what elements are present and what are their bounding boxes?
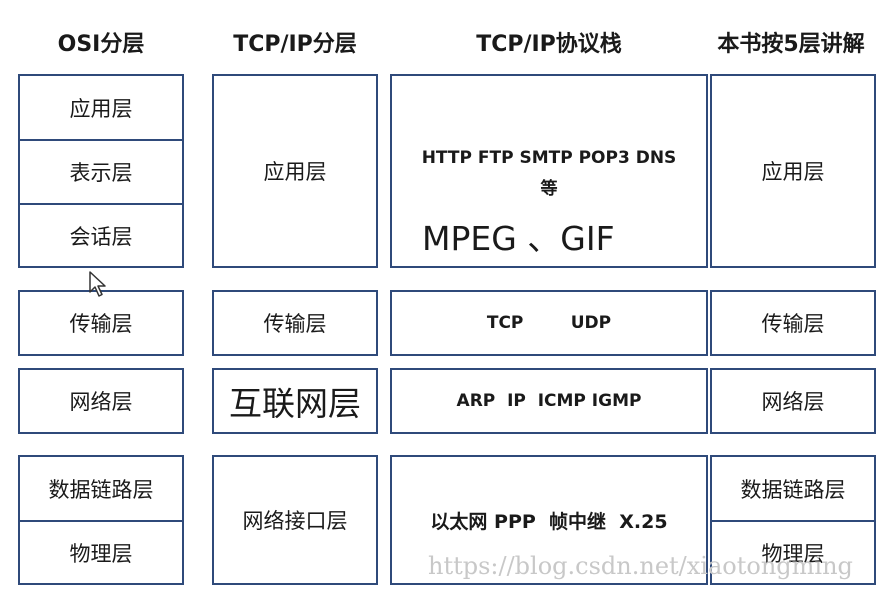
tcpip-internet-label: 互联网层 xyxy=(229,384,361,423)
tcpip-application-label: 应用层 xyxy=(263,160,327,184)
link-protocols-label: 以太网 PPP 帧中继 X.25 xyxy=(430,510,668,533)
book-network-layer: 网络层 xyxy=(710,368,876,434)
tcpip-transport-label: 传输层 xyxy=(263,312,327,336)
osi-presentation-layer: 表示层 xyxy=(69,161,133,185)
tcpip-transport-layer: 传输层 xyxy=(212,290,378,356)
osi-application-layer: 应用层 xyxy=(69,97,133,121)
header-tcpip-stack: TCP/IP协议栈 xyxy=(476,32,622,57)
osi-upper-group: 应用层 表示层 会话层 xyxy=(18,74,184,268)
application-protocols-extra: MPEG 、GIF xyxy=(422,219,615,258)
tcpip-network-interface-layer: 网络接口层 xyxy=(212,455,378,585)
stack-transport-protocols: TCP UDP xyxy=(390,290,708,356)
book-network-label: 网络层 xyxy=(761,390,825,414)
osi-network-layer: 网络层 xyxy=(18,368,184,434)
stack-network-protocols: ARP IP ICMP IGMP xyxy=(390,368,708,434)
book-datalink-layer: 数据链路层 xyxy=(740,478,846,502)
book-application-layer: 应用层 xyxy=(710,74,876,268)
osi-physical-layer: 物理层 xyxy=(69,542,133,566)
osi-datalink-layer: 数据链路层 xyxy=(48,478,154,502)
tcpip-application-layer: 应用层 xyxy=(212,74,378,268)
mouse-cursor-icon xyxy=(89,271,106,297)
watermark: https://blog.csdn.net/xiaotongming xyxy=(428,552,853,580)
osi-transport-label: 传输层 xyxy=(69,312,133,336)
book-transport-layer: 传输层 xyxy=(710,290,876,356)
book-application-label: 应用层 xyxy=(761,160,825,184)
tcpip-network-interface-label: 网络接口层 xyxy=(242,509,348,533)
osi-lower-group: 数据链路层 物理层 xyxy=(18,455,184,585)
header-tcpip-layers: TCP/IP分层 xyxy=(233,32,357,57)
osi-network-label: 网络层 xyxy=(69,390,133,414)
header-osi: OSI分层 xyxy=(57,32,145,57)
tcpip-internet-layer: 互联网层 xyxy=(212,368,378,434)
transport-protocols-label: TCP UDP xyxy=(486,313,612,333)
osi-transport-layer: 传输层 xyxy=(18,290,184,356)
application-protocols-line1: HTTP FTP SMTP POP3 DNS xyxy=(421,148,677,168)
osi-session-layer: 会话层 xyxy=(69,225,133,249)
network-protocols-label: ARP IP ICMP IGMP xyxy=(456,391,642,411)
stack-application-protocols: HTTP FTP SMTP POP3 DNS 等 MPEG 、GIF xyxy=(390,74,708,268)
header-book-layers: 本书按5层讲解 xyxy=(717,32,865,57)
book-transport-label: 传输层 xyxy=(761,312,825,336)
application-protocols-line2: 等 xyxy=(540,179,558,199)
